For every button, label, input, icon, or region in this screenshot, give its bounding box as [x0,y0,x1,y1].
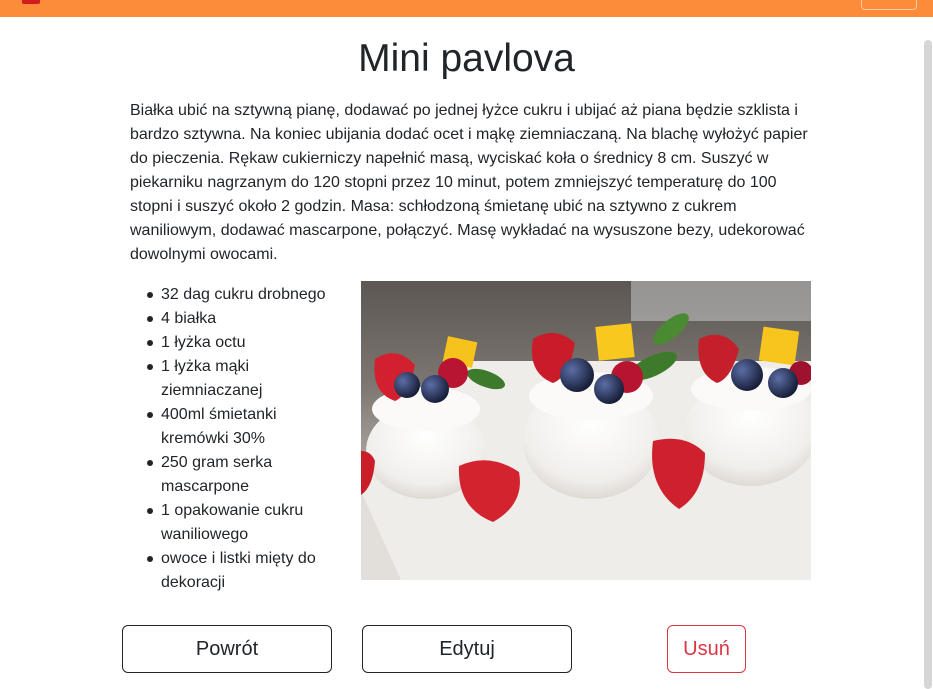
ingredient-item: 1 opakowanie cukru waniliowego [147,499,346,547]
ingredient-item: 250 gram serka mascarpone [147,451,346,499]
recipe-photo [361,281,811,580]
ingredient-item: 1 łyżka mąki ziemniaczanej [147,355,346,403]
navbar-toggler-button[interactable] [861,0,917,10]
recipe-title: Mini pavlova [358,37,575,80]
ingredient-item: 4 białka [147,307,346,331]
recipe-card: Mini pavlova Białka ubić na sztywną pian… [0,17,922,689]
navbar [0,0,933,17]
edit-button[interactable]: Edytuj [362,625,572,673]
ingredient-item: 32 dag cukru drobnego [147,283,346,307]
ingredient-item: owoce i listki mięty do dekoracji [147,547,346,595]
delete-button[interactable]: Usuń [667,625,746,673]
brand-logo[interactable] [22,0,40,4]
page-scrollbar[interactable] [924,40,932,689]
recipe-description: Białka ubić na sztywną pianę, dodawać po… [130,102,808,263]
ingredient-item: 400ml śmietanki kremówki 30% [147,403,346,451]
back-button[interactable]: Powrót [122,625,332,673]
ingredients-list: 32 dag cukru drobnego 4 białka 1 łyżka o… [147,283,346,595]
ingredient-item: 1 łyżka octu [147,331,346,355]
